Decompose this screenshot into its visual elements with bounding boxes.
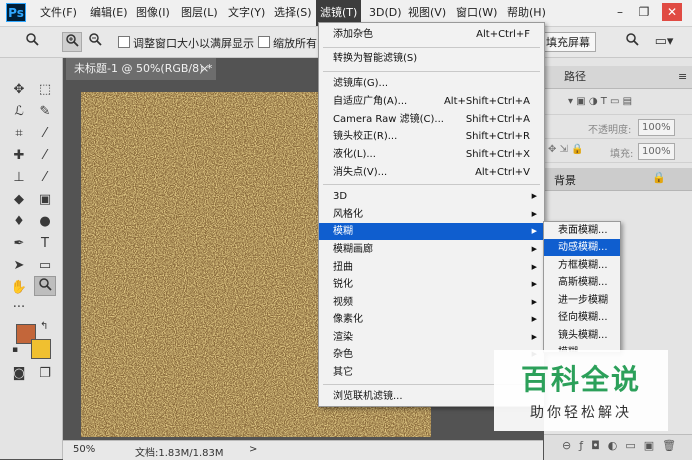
watermark-subtitle: 助你轻松解决 xyxy=(530,405,632,421)
layer-name: 背景 xyxy=(554,174,576,187)
blur-submenu: 表面模糊... 动感模糊... 方框模糊... 高斯模糊... 进一步模糊 径向… xyxy=(543,221,621,353)
menu-item-video[interactable]: 视频 ▶ xyxy=(319,294,544,311)
opacity-label: 不透明度: xyxy=(588,125,632,136)
layers-panel-footer: ⊖ƒ◘◐▭▣🗑 xyxy=(544,434,692,460)
menu-item-adaptive-wide-angle[interactable]: 自适应广角(A)... Alt+Shift+Ctrl+A xyxy=(319,93,544,110)
magic-wand-icon[interactable]: ✎ xyxy=(34,102,56,122)
menu-select[interactable]: 选择(S) xyxy=(270,0,316,26)
pen-tool-icon[interactable]: ✒ xyxy=(8,234,30,254)
default-colors-icon[interactable]: ▪ xyxy=(12,345,18,355)
menu-layer[interactable]: 图层(L) xyxy=(177,0,222,26)
menu-item-stylize[interactable]: 风格化 ▶ xyxy=(319,206,544,223)
hand-tool-icon[interactable]: ✋ xyxy=(8,278,30,298)
ps-logo: Ps xyxy=(6,3,26,22)
zoom-all-label: 缩放所有 xyxy=(273,37,317,50)
fill-row: ✥ ⇲ 🔒 填充: 100% xyxy=(544,140,692,163)
menu-item-filter-gallery[interactable]: 滤镜库(G)... xyxy=(319,75,544,92)
watermark: 百科全说 助你轻松解决 xyxy=(494,350,668,431)
status-bar: 50% 文档:1.83M/1.83M > xyxy=(63,440,543,460)
menu-edit[interactable]: 编辑(E) xyxy=(86,0,132,26)
brush-tool-icon[interactable]: ⁄ xyxy=(34,146,56,166)
type-tool-icon[interactable]: T xyxy=(34,234,56,254)
submenu-item-lens-blur[interactable]: 镜头模糊... xyxy=(544,327,620,344)
submenu-item-surface-blur[interactable]: 表面模糊... xyxy=(544,222,620,239)
filter-icons[interactable]: ▾ ▣ ◑ T ▭ ▤ xyxy=(568,96,632,107)
eyedropper-icon[interactable]: ⁄ xyxy=(34,124,56,144)
background-color-swatch[interactable] xyxy=(31,339,51,359)
eraser-tool-icon[interactable]: ◆ xyxy=(8,190,30,210)
layer-lock-icon: 🔒 xyxy=(652,171,666,184)
opacity-field[interactable]: 100% xyxy=(638,119,675,136)
crop-tool-icon[interactable]: ⌗ xyxy=(8,124,30,144)
watermark-title: 百科全说 xyxy=(520,363,641,396)
stamp-tool-icon[interactable]: ⊥ xyxy=(8,168,30,188)
layer-row-background[interactable]: 背景 🔒 xyxy=(544,168,692,191)
menu-type[interactable]: 文字(Y) xyxy=(224,0,269,26)
lock-icons[interactable]: ✥ ⇲ 🔒 xyxy=(548,144,584,155)
quick-mask-icon[interactable]: ◙ xyxy=(8,364,30,384)
fill-screen-button[interactable]: 填充屏幕 xyxy=(540,32,596,52)
gradient-tool-icon[interactable]: ▣ xyxy=(34,190,56,210)
layer-action-icons[interactable]: ⊖ƒ◘◐▭▣🗑 xyxy=(562,439,684,452)
history-brush-icon[interactable]: ⁄ xyxy=(34,168,56,188)
dodge-tool-icon[interactable]: ● xyxy=(34,212,56,232)
document-info: 文档:1.83M/1.83M xyxy=(135,448,224,459)
healing-brush-icon[interactable]: ✚ xyxy=(8,146,30,166)
search-icon[interactable] xyxy=(622,32,642,52)
layers-panel-tabs: 路径 ≡ xyxy=(544,66,692,89)
screen-mode-icon[interactable]: ❐ xyxy=(34,364,56,384)
marquee-tool-icon[interactable]: ⬚ xyxy=(34,80,56,100)
swap-colors-icon[interactable]: ↰ xyxy=(40,321,48,332)
menu-item-sharpen[interactable]: 锐化 ▶ xyxy=(319,276,544,293)
submenu-item-motion-blur[interactable]: 动感模糊... xyxy=(544,239,620,256)
more-tools-icon[interactable]: ··· xyxy=(8,298,30,318)
menu-file[interactable]: 文件(F) xyxy=(36,0,81,26)
submenu-item-gaussian-blur[interactable]: 高斯模糊... xyxy=(544,274,620,291)
menu-item-distort[interactable]: 扭曲 ▶ xyxy=(319,259,544,276)
fill-label: 填充: xyxy=(610,149,634,160)
zoom-tool-icon[interactable] xyxy=(22,32,42,52)
menu-item-3d[interactable]: 3D ▶ xyxy=(319,188,544,205)
submenu-item-blur-more[interactable]: 进一步模糊 xyxy=(544,292,620,309)
zoom-out-icon[interactable] xyxy=(85,32,105,52)
menu-item-add-noise[interactable]: 添加杂色 Alt+Ctrl+F xyxy=(319,26,544,43)
menu-item-pixelate[interactable]: 像素化 ▶ xyxy=(319,311,544,328)
minimize-button[interactable]: – xyxy=(610,3,630,21)
document-tab[interactable]: 未标题-1 @ 50%(RGB/8) * xyxy=(66,58,216,80)
workspace-icon[interactable]: ▭▾ xyxy=(650,32,678,52)
zoom-tool-icon[interactable] xyxy=(34,276,56,296)
menu-item-convert-smart-filter[interactable]: 转换为智能滤镜(S) xyxy=(319,50,544,67)
tab-paths[interactable]: 路径 xyxy=(564,66,586,88)
tools-panel: ✥ ⬚ ℒ ✎ ⌗ ⁄ ✚ ⁄ ⊥ ⁄ ◆ ▣ ♦ ● ✒ T ➤ ▭ ✋ ··… xyxy=(0,58,63,459)
menu-item-lens-correction[interactable]: 镜头校正(R)... Shift+Ctrl+R xyxy=(319,128,544,145)
menu-item-vanishing-point[interactable]: 消失点(V)... Alt+Ctrl+V xyxy=(319,164,544,181)
blur-tool-icon[interactable]: ♦ xyxy=(8,212,30,232)
panel-menu-icon[interactable]: ≡ xyxy=(678,66,687,88)
menu-item-blur[interactable]: 模糊 ▶ xyxy=(319,223,544,240)
restore-button[interactable]: ❐ xyxy=(634,3,654,21)
rectangle-tool-icon[interactable]: ▭ xyxy=(34,256,56,276)
move-tool-icon[interactable]: ✥ xyxy=(8,80,30,100)
menu-item-blur-gallery[interactable]: 模糊画廊 ▶ xyxy=(319,241,544,258)
fill-field[interactable]: 100% xyxy=(638,143,675,160)
status-arrow-icon[interactable]: > xyxy=(249,444,257,455)
zoom-all-checkbox[interactable] xyxy=(258,36,270,48)
menu-item-liquify[interactable]: 液化(L)... Shift+Ctrl+X xyxy=(319,146,544,163)
menu-item-render[interactable]: 渲染 ▶ xyxy=(319,329,544,346)
zoom-in-icon[interactable] xyxy=(62,32,82,52)
opacity-row: 不透明度: 100% xyxy=(544,116,692,139)
submenu-item-box-blur[interactable]: 方框模糊... xyxy=(544,257,620,274)
path-select-icon[interactable]: ➤ xyxy=(8,256,30,276)
menu-image[interactable]: 图像(I) xyxy=(132,0,174,26)
lasso-tool-icon[interactable]: ℒ xyxy=(8,102,30,122)
submenu-item-radial-blur[interactable]: 径向模糊... xyxy=(544,309,620,326)
menu-item-camera-raw[interactable]: Camera Raw 滤镜(C)... Shift+Ctrl+A xyxy=(319,111,544,128)
layer-filter-row: ▾ ▣ ◑ T ▭ ▤ xyxy=(544,92,692,115)
document-tab-close-icon[interactable]: × xyxy=(200,58,214,80)
close-button[interactable]: ✕ xyxy=(662,3,682,21)
zoom-level[interactable]: 50% xyxy=(73,444,95,455)
resize-windows-label: 调整窗口大小以满屏显示 xyxy=(133,37,254,50)
resize-windows-checkbox[interactable] xyxy=(118,36,130,48)
